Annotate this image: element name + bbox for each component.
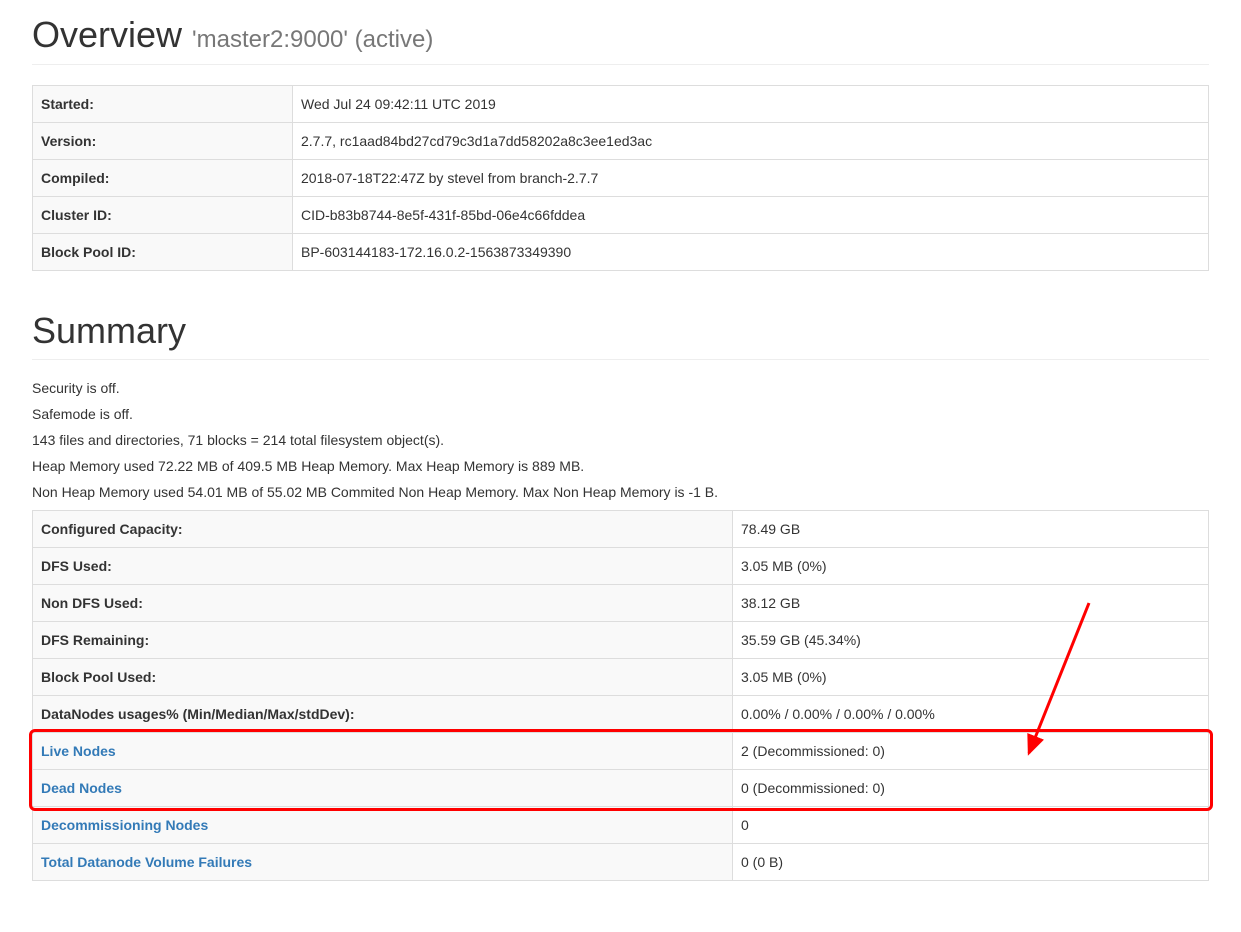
table-row: DataNodes usages% (Min/Median/Max/stdDev…	[33, 696, 1209, 733]
summary-row-value: 78.49 GB	[733, 511, 1209, 548]
overview-row-label: Version:	[33, 122, 293, 159]
summary-link-total-datanode-volume-failures[interactable]: Total Datanode Volume Failures	[41, 854, 252, 870]
table-row: Block Pool Used:3.05 MB (0%)	[33, 659, 1209, 696]
summary-text-line: Security is off.	[32, 380, 1209, 396]
table-row: Compiled:2018-07-18T22:47Z by stevel fro…	[33, 159, 1209, 196]
summary-link-dead-nodes[interactable]: Dead Nodes	[41, 780, 122, 796]
table-row: Live Nodes 2 (Decommissioned: 0)	[33, 733, 1209, 770]
summary-row-value: 0 (Decommissioned: 0)	[733, 770, 1209, 807]
summary-table: Configured Capacity:78.49 GBDFS Used:3.0…	[32, 510, 1209, 881]
overview-row-label: Compiled:	[33, 159, 293, 196]
summary-text-line: Safemode is off.	[32, 406, 1209, 422]
table-row: Cluster ID:CID-b83b8744-8e5f-431f-85bd-0…	[33, 196, 1209, 233]
overview-title: Overview	[32, 14, 182, 55]
summary-row-label: Configured Capacity:	[33, 511, 733, 548]
table-row: Decommissioning Nodes 0	[33, 807, 1209, 844]
table-row: Configured Capacity:78.49 GB	[33, 511, 1209, 548]
summary-row-value: 0	[733, 807, 1209, 844]
summary-row-value: 3.05 MB (0%)	[733, 548, 1209, 585]
overview-row-value: Wed Jul 24 09:42:11 UTC 2019	[293, 85, 1209, 122]
summary-row-label: Non DFS Used:	[33, 585, 733, 622]
summary-link-decommissioning-nodes[interactable]: Decommissioning Nodes	[41, 817, 208, 833]
overview-row-value: CID-b83b8744-8e5f-431f-85bd-06e4c66fddea	[293, 196, 1209, 233]
summary-row-value: 2 (Decommissioned: 0)	[733, 733, 1209, 770]
summary-text-line: Non Heap Memory used 54.01 MB of 55.02 M…	[32, 484, 1209, 500]
table-row: DFS Used:3.05 MB (0%)	[33, 548, 1209, 585]
table-row: Non DFS Used:38.12 GB	[33, 585, 1209, 622]
table-row: Dead Nodes 0 (Decommissioned: 0)	[33, 770, 1209, 807]
overview-row-value: 2018-07-18T22:47Z by stevel from branch-…	[293, 159, 1209, 196]
summary-row-label: DFS Used:	[33, 548, 733, 585]
overview-row-label: Block Pool ID:	[33, 233, 293, 270]
overview-table: Started:Wed Jul 24 09:42:11 UTC 2019Vers…	[32, 85, 1209, 271]
overview-subtitle: 'master2:9000' (active)	[192, 26, 433, 53]
summary-row-value: 3.05 MB (0%)	[733, 659, 1209, 696]
summary-text-line: Heap Memory used 72.22 MB of 409.5 MB He…	[32, 458, 1209, 474]
overview-row-label: Started:	[33, 85, 293, 122]
overview-header: Overview 'master2:9000' (active)	[32, 0, 1209, 65]
summary-header: Summary	[32, 311, 1209, 361]
summary-text-block: Security is off. Safemode is off. 143 file…	[32, 380, 1209, 500]
table-row: Version:2.7.7, rc1aad84bd27cd79c3d1a7dd5…	[33, 122, 1209, 159]
summary-row-label: DataNodes usages% (Min/Median/Max/stdDev…	[33, 696, 733, 733]
summary-row-value: 0.00% / 0.00% / 0.00% / 0.00%	[733, 696, 1209, 733]
summary-row-label: Block Pool Used:	[33, 659, 733, 696]
table-row: Total Datanode Volume Failures 0 (0 B)	[33, 844, 1209, 881]
summary-link-live-nodes[interactable]: Live Nodes	[41, 743, 116, 759]
summary-row-value: 38.12 GB	[733, 585, 1209, 622]
table-row: Block Pool ID:BP-603144183-172.16.0.2-15…	[33, 233, 1209, 270]
overview-row-value: BP-603144183-172.16.0.2-1563873349390	[293, 233, 1209, 270]
summary-row-label: DFS Remaining:	[33, 622, 733, 659]
summary-text-line: 143 files and directories, 71 blocks = 2…	[32, 432, 1209, 448]
summary-row-value: 0 (0 B)	[733, 844, 1209, 881]
table-row: DFS Remaining:35.59 GB (45.34%)	[33, 622, 1209, 659]
overview-row-label: Cluster ID:	[33, 196, 293, 233]
overview-row-value: 2.7.7, rc1aad84bd27cd79c3d1a7dd58202a8c3…	[293, 122, 1209, 159]
summary-row-value: 35.59 GB (45.34%)	[733, 622, 1209, 659]
summary-title: Summary	[32, 311, 1209, 351]
table-row: Started:Wed Jul 24 09:42:11 UTC 2019	[33, 85, 1209, 122]
